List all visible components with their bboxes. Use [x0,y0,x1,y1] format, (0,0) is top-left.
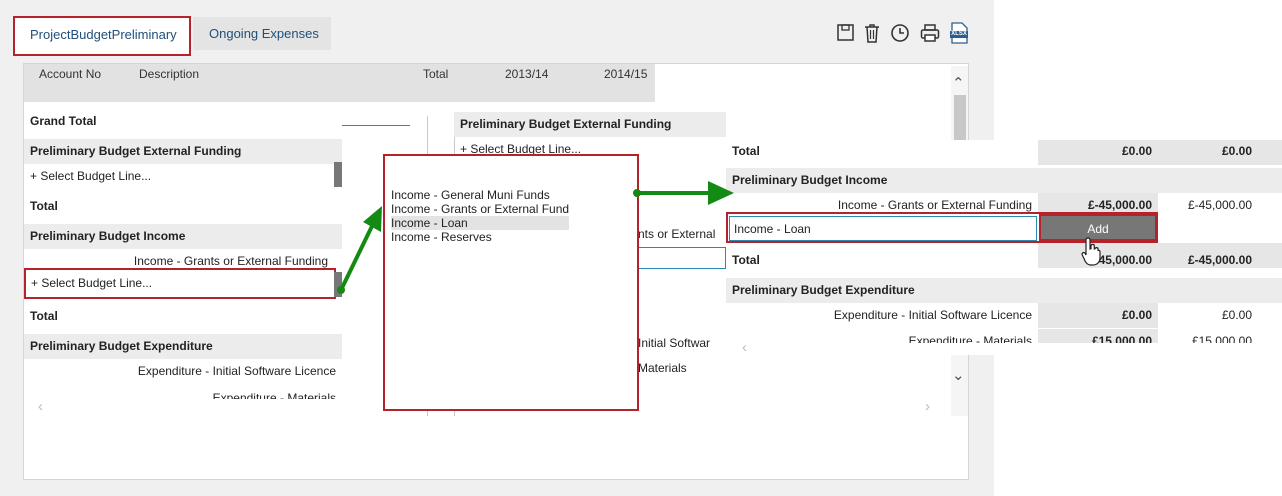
arrow-to-dropdown-icon [337,206,382,294]
right-row-software[interactable]: Expenditure - Initial Software Licence [726,303,1038,328]
mid-software-fragment: Initial Softwar [638,336,711,350]
right-section-income: Preliminary Budget Income [726,168,1282,193]
right-grid: Total £0.00 £0.00 Preliminary Budget Inc… [726,140,1282,356]
xlsx-export-icon[interactable]: XLSX [949,22,969,44]
select-budget-line-income[interactable]: + Select Budget Line... [24,268,336,299]
right-row-total-income: Total [732,253,760,267]
col-description[interactable]: Description [139,67,199,81]
right-total-v2: £0.00 [1221,144,1252,158]
row-expenditure-materials[interactable]: Expenditure - Materials [24,385,342,399]
right-total-v1: £0.00 [1121,144,1152,158]
scroll-left-icon[interactable]: ‹ [38,398,43,415]
dropdown-option-reserves[interactable]: Income - Reserves [391,230,569,244]
dropdown-option-loan[interactable]: Income - Loan [391,216,569,230]
right-materials-v2: £15,000.00 [1191,334,1252,343]
right-software-v2: £0.00 [1221,308,1252,322]
row-total-income: Total [30,309,58,323]
row-total-external: Total [30,199,58,213]
col-total[interactable]: Total [423,67,448,81]
row-scroll-marker [334,162,342,187]
save-icon[interactable] [836,22,856,44]
select-budget-line-external[interactable]: + Select Budget Line... [24,164,334,189]
right-software-v1: £0.00 [1121,308,1152,322]
grid-header: Account No Description Total 2013/14 201… [24,64,655,102]
dropdown-option-grants-external[interactable]: Income - Grants or External Funding [391,202,569,216]
right-total2-v2: £-45,000.00 [1187,253,1252,267]
selected-budget-line-input[interactable]: Income - Loan [729,216,1037,241]
xlsx-label: XLSX [951,31,967,37]
left-grid: Grand Total Preliminary Budget External … [24,104,342,416]
arrow-to-right-grid-icon [633,181,734,205]
hand-cursor-icon [1080,236,1104,268]
tab-ongoing-expenses[interactable]: Ongoing Expenses [193,17,331,50]
col-2014-15[interactable]: 2014/15 [604,67,647,81]
right-scroll-left-icon[interactable]: ‹ [742,339,747,356]
scroll-up-icon[interactable]: ⌃ [952,76,965,91]
divider-line [342,125,410,126]
mid-grants-fragment: nts or External [638,227,716,241]
right-section-expenditure: Preliminary Budget Expenditure [726,278,1282,303]
right-grants-v2: £-45,000.00 [1187,198,1252,212]
col-account-no[interactable]: Account No [39,67,101,81]
clock-icon[interactable] [890,22,910,44]
mid-section-external-funding: Preliminary Budget External Funding [454,112,726,137]
row-expenditure-software[interactable]: Expenditure - Initial Software Licence [24,359,342,384]
row-grand-total: Grand Total [30,114,97,128]
mid-select-outline [638,247,726,269]
row-section-external-funding: Preliminary Budget External Funding [24,139,342,164]
right-materials-v1: £15,000.00 [1091,334,1152,343]
scroll-right-icon[interactable]: › [925,398,930,415]
tab-project-budget-preliminary[interactable]: ProjectBudgetPreliminary [13,16,191,56]
budget-line-dropdown: Income - General Muni Funds Income - Gra… [383,154,639,411]
row-section-income: Preliminary Budget Income [24,224,342,249]
print-icon[interactable] [920,22,940,44]
right-row-total: Total [732,144,760,158]
trash-icon[interactable] [862,22,882,44]
row-section-expenditure: Preliminary Budget Expenditure [24,334,342,359]
col-2013-14[interactable]: 2013/14 [505,67,548,81]
scroll-down-icon[interactable]: ⌄ [952,368,965,383]
dropdown-option-general-muni-funds[interactable]: Income - General Muni Funds [391,188,569,202]
right-row-materials[interactable]: Expenditure - Materials [726,329,1038,343]
mid-materials-fragment: Materials [638,361,687,375]
